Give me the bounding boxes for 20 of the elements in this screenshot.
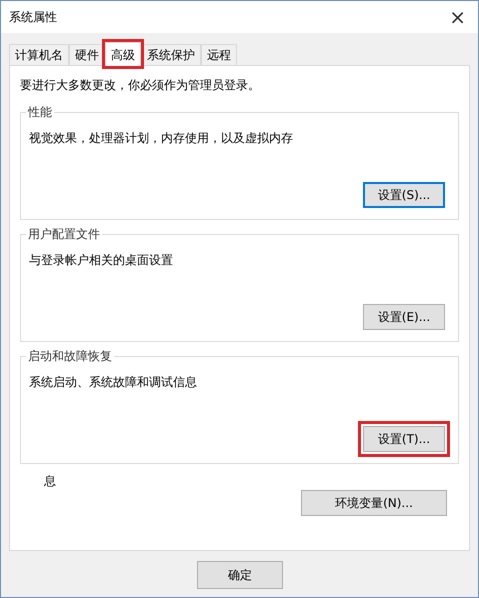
environment-variables-button[interactable]: 环境变量(N)... (301, 490, 447, 516)
group-title: 启动和故障恢复 (26, 347, 114, 365)
tab[interactable]: 高级 (105, 42, 141, 66)
settings-button[interactable]: 设置(T)... (363, 426, 445, 452)
settings-button[interactable]: 设置(S)... (363, 182, 445, 208)
tab[interactable]: 计算机名 (9, 44, 69, 65)
group-description: 视觉效果，处理器计划，内存使用，以及虚拟内存 (29, 130, 294, 147)
close-button[interactable]: × (449, 7, 466, 27)
ok-button[interactable]: 确定 (197, 561, 283, 589)
tab[interactable]: 远程 (201, 44, 237, 65)
admin-notice: 要进行大多数更改，你必须作为管理员登录。 (20, 77, 261, 94)
settings-button[interactable]: 设置(E)... (363, 304, 445, 330)
group-description: 与登录帐户相关的桌面设置 (29, 252, 174, 269)
tab[interactable]: 硬件 (69, 44, 105, 65)
window-title: 系统属性 (9, 9, 57, 26)
group-title: 性能 (26, 103, 54, 121)
group-description: 系统启动、系统故障和调试信息 (29, 374, 198, 391)
tab[interactable]: 系统保护 (141, 44, 201, 65)
group-title: 用户配置文件 (26, 225, 102, 243)
partial-label: 息 (44, 473, 56, 490)
